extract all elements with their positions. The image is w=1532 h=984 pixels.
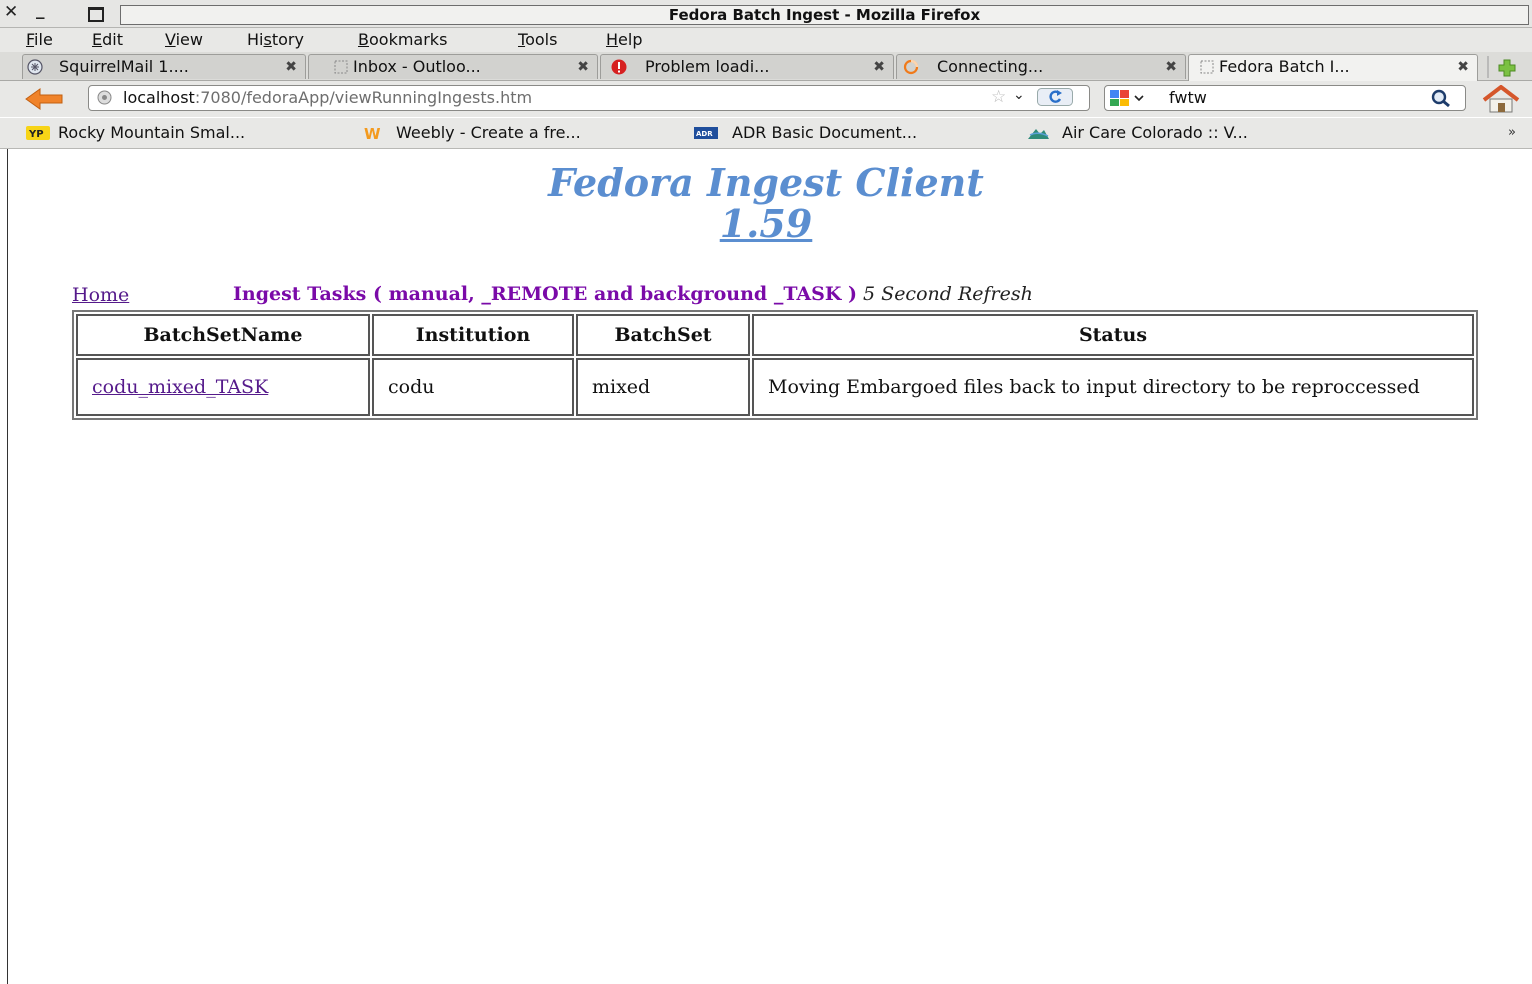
- reload-icon[interactable]: [1037, 88, 1073, 106]
- ingest-tasks-heading: Ingest Tasks ( manual, _REMOTE and backg…: [233, 283, 1033, 305]
- bookmarks-overflow-chevron-icon[interactable]: »: [1508, 118, 1516, 148]
- tab-connecting[interactable]: Connecting... ✖: [896, 54, 1186, 79]
- adr-icon: ADR: [694, 127, 718, 139]
- column-header-institution: Institution: [372, 314, 574, 356]
- tab-fedora-batch-ingest[interactable]: Fedora Batch I... ✖: [1188, 54, 1478, 81]
- bookmark-star-icon[interactable]: ☆: [991, 87, 1006, 107]
- search-bar[interactable]: fwtw: [1104, 85, 1466, 111]
- tab-inbox-outlook[interactable]: Inbox - Outloo... ✖: [308, 54, 598, 79]
- tab-label: Connecting...: [937, 57, 1044, 76]
- column-header-batchsetname: BatchSetName: [76, 314, 370, 356]
- table-header-row: BatchSetName Institution BatchSet Status: [76, 314, 1474, 356]
- svg-text:YP: YP: [28, 129, 44, 140]
- url-host: localhost: [123, 88, 195, 107]
- bookmark-label: Weebly - Create a fre...: [396, 123, 581, 142]
- navigation-toolbar: localhost:7080/fedoraApp/viewRunningInge…: [0, 81, 1532, 117]
- search-engine-icon[interactable]: [1109, 89, 1149, 107]
- tab-label: Problem loadi...: [645, 57, 770, 76]
- close-tab-icon[interactable]: ✖: [1165, 55, 1177, 79]
- search-icon[interactable]: [1427, 88, 1457, 108]
- svg-text:ADR: ADR: [696, 130, 713, 138]
- svg-text:W: W: [364, 125, 381, 141]
- error-icon: [611, 59, 627, 75]
- loading-icon: [903, 59, 919, 75]
- close-tab-icon[interactable]: ✖: [577, 55, 589, 79]
- table-row: codu_mixed_TASK codu mixed Moving Embarg…: [76, 358, 1474, 416]
- search-input[interactable]: fwtw: [1169, 86, 1207, 110]
- bookmark-label: Rocky Mountain Smal...: [58, 123, 246, 142]
- menu-bar: File Edit View History Bookmarks Tools H…: [0, 28, 1532, 52]
- close-tab-icon[interactable]: ✖: [285, 55, 297, 79]
- bookmark-label: ADR Basic Document...: [732, 123, 918, 142]
- bookmark-label: Air Care Colorado :: V...: [1062, 123, 1248, 142]
- cell-batchset: mixed: [576, 358, 750, 416]
- ingest-tasks-table: BatchSetName Institution BatchSet Status…: [72, 310, 1478, 420]
- weebly-icon: W: [364, 125, 381, 141]
- version-link[interactable]: 1.59: [720, 201, 813, 246]
- menu-bookmarks[interactable]: Bookmarks: [358, 28, 447, 52]
- url-history-dropdown-icon[interactable]: ⌄: [1013, 87, 1025, 103]
- url-text[interactable]: localhost:7080/fedoraApp/viewRunningInge…: [123, 86, 532, 110]
- cell-status: Moving Embargoed files back to input dir…: [752, 358, 1474, 416]
- heading-title: Ingest Tasks ( manual, _REMOTE and backg…: [233, 283, 857, 305]
- column-header-status: Status: [752, 314, 1474, 356]
- menu-file[interactable]: File: [26, 28, 53, 52]
- home-link[interactable]: Home: [72, 284, 129, 306]
- close-window-icon[interactable]: ✕: [4, 2, 18, 22]
- menu-history[interactable]: History: [247, 28, 304, 52]
- home-icon[interactable]: [1480, 85, 1522, 113]
- page-title: Fedora Ingest Client: [548, 160, 984, 205]
- menu-edit[interactable]: Edit: [92, 28, 123, 52]
- page-icon: [1200, 60, 1214, 74]
- site-identity-icon: [97, 90, 112, 105]
- squirrelmail-icon: [27, 59, 43, 75]
- menu-help[interactable]: Help: [606, 28, 642, 52]
- back-arrow-icon[interactable]: [22, 86, 66, 112]
- refresh-note: 5 Second Refresh: [863, 283, 1033, 305]
- page-version: 1.59: [0, 203, 1532, 245]
- new-tab-icon[interactable]: [1484, 56, 1524, 78]
- url-path: :7080/fedoraApp/viewRunningIngests.htm: [194, 88, 533, 107]
- maximize-window-icon[interactable]: [88, 7, 104, 22]
- close-tab-icon[interactable]: ✖: [873, 55, 885, 79]
- menu-tools[interactable]: Tools: [518, 28, 557, 52]
- tab-squirrelmail[interactable]: SquirrelMail 1.... ✖: [22, 54, 306, 79]
- url-bar[interactable]: localhost:7080/fedoraApp/viewRunningInge…: [88, 85, 1090, 111]
- page-icon: [334, 60, 348, 74]
- tab-bar: SquirrelMail 1.... ✖ Inbox - Outloo... ✖…: [0, 52, 1532, 81]
- batchset-link[interactable]: codu_mixed_TASK: [92, 376, 268, 398]
- window-title: Fedora Batch Ingest - Mozilla Firefox: [120, 5, 1529, 25]
- menu-view[interactable]: View: [165, 28, 203, 52]
- window-titlebar: ✕ _ Fedora Batch Ingest - Mozilla Firefo…: [0, 0, 1532, 28]
- close-tab-icon[interactable]: ✖: [1457, 55, 1469, 79]
- tab-label: Fedora Batch I...: [1219, 57, 1350, 76]
- cell-institution: codu: [372, 358, 574, 416]
- column-header-batchset: BatchSet: [576, 314, 750, 356]
- yp-icon: YP: [26, 126, 50, 140]
- minimize-window-icon[interactable]: _: [36, 0, 45, 20]
- cell-batchsetname: codu_mixed_TASK: [76, 358, 370, 416]
- tab-label: SquirrelMail 1....: [59, 57, 189, 76]
- tab-label: Inbox - Outloo...: [353, 57, 481, 76]
- page-content: Fedora Ingest Client 1.59 Home Ingest Ta…: [8, 149, 1532, 984]
- bookmarks-toolbar: YP Rocky Mountain Smal... W Weebly - Cre…: [0, 118, 1532, 149]
- tab-problem-loading[interactable]: Problem loadi... ✖: [600, 54, 894, 79]
- aircare-icon: [1028, 129, 1049, 139]
